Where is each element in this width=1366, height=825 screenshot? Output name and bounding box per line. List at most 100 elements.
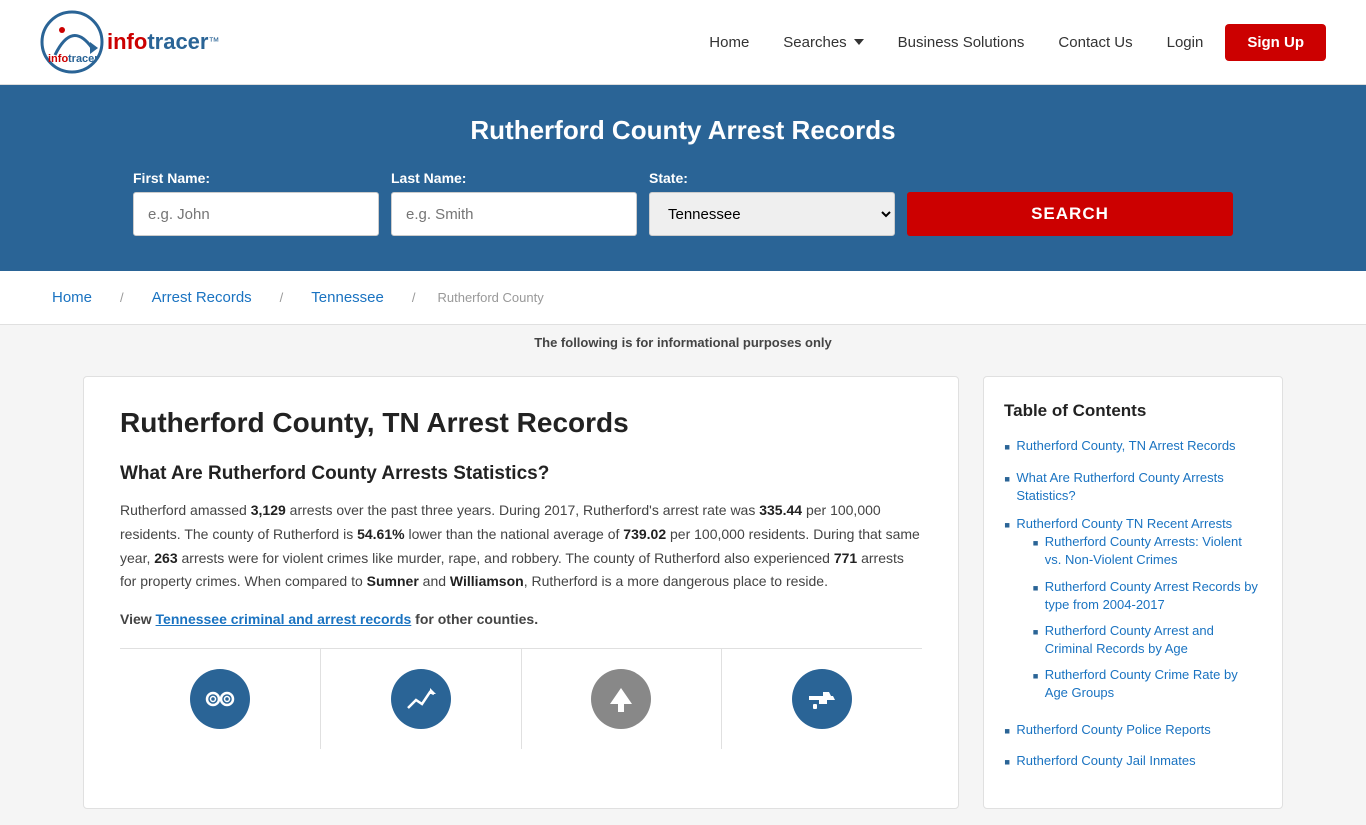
stat-arrests: 3,129 <box>251 502 286 518</box>
para-text-9: , Rutherford is a more dangerous place t… <box>524 573 828 589</box>
para-text-2: arrests over the past three years. Durin… <box>286 502 759 518</box>
hero-title: Rutherford County Arrest Records <box>40 115 1326 146</box>
view-more-paragraph: View Tennessee criminal and arrest recor… <box>120 608 922 632</box>
stat-property: 771 <box>834 550 857 566</box>
state-select[interactable]: Tennessee Alabama Alaska Arizona Califor… <box>649 192 895 236</box>
nav-home[interactable]: Home <box>697 26 761 59</box>
toc-item-3: ▪ Rutherford County TN Recent Arrests ▪ … <box>1004 515 1262 711</box>
first-name-group: First Name: <box>133 170 379 236</box>
breadcrumb-home[interactable]: Home <box>40 281 104 314</box>
view-more-link[interactable]: Tennessee criminal and arrest records <box>156 611 412 627</box>
breadcrumb-bar: Home / Arrest Records / Tennessee / Ruth… <box>0 271 1366 325</box>
nav-business-solutions[interactable]: Business Solutions <box>886 26 1037 59</box>
toc-subitem-2: ▪ Rutherford County Arrest Records by ty… <box>1032 578 1262 614</box>
breadcrumb-sep-3: / <box>412 290 416 305</box>
table-of-contents-sidebar: Table of Contents ▪ Rutherford County, T… <box>983 376 1283 809</box>
logo[interactable]: info tracer infotracer™ <box>40 10 219 75</box>
info-notice: The following is for informational purpo… <box>0 325 1366 360</box>
logo-text-red: info <box>107 29 147 55</box>
content-area: Rutherford County, TN Arrest Records Wha… <box>83 376 959 809</box>
breadcrumb-tennessee[interactable]: Tennessee <box>299 281 396 314</box>
toc-list: ▪ Rutherford County, TN Arrest Records ▪… <box>1004 437 1262 774</box>
toc-subitem-1: ▪ Rutherford County Arrests: Violent vs.… <box>1032 533 1262 569</box>
gun-icon <box>792 669 852 729</box>
breadcrumb-arrest-records[interactable]: Arrest Records <box>140 281 264 314</box>
breadcrumb-sep-2: / <box>280 290 284 305</box>
first-name-input[interactable] <box>133 192 379 236</box>
logo-tm: ™ <box>208 36 219 48</box>
toc-bullet-2: ▪ <box>1004 469 1010 491</box>
county-sumner: Sumner <box>367 573 419 589</box>
toc-link-1[interactable]: Rutherford County, TN Arrest Records <box>1016 437 1235 455</box>
toc-link-3[interactable]: Rutherford County TN Recent Arrests <box>1016 516 1232 531</box>
para-text-6: arrests were for violent crimes like mur… <box>178 550 834 566</box>
main-title: Rutherford County, TN Arrest Records <box>120 407 922 439</box>
toc-item-1: ▪ Rutherford County, TN Arrest Records <box>1004 437 1262 459</box>
toc-sublink-3[interactable]: Rutherford County Arrest and Criminal Re… <box>1045 622 1262 658</box>
icon-gun <box>722 649 922 749</box>
view-more-suffix: for other counties. <box>411 611 538 627</box>
toc-item-2: ▪ What Are Rutherford County Arrests Sta… <box>1004 469 1262 505</box>
up-arrow-icon <box>591 669 651 729</box>
nav-login[interactable]: Login <box>1155 26 1216 59</box>
para-text-1: Rutherford amassed <box>120 502 251 518</box>
toc-link-4[interactable]: Rutherford County Police Reports <box>1016 721 1210 739</box>
toc-sublink-1[interactable]: Rutherford County Arrests: Violent vs. N… <box>1045 533 1262 569</box>
search-button[interactable]: SEARCH <box>907 192 1233 236</box>
county-williamson: Williamson <box>450 573 524 589</box>
toc-sublink-4[interactable]: Rutherford County Crime Rate by Age Grou… <box>1045 666 1262 702</box>
nav-searches[interactable]: Searches <box>771 26 875 59</box>
toc-item-5: ▪ Rutherford County Jail Inmates <box>1004 752 1262 774</box>
toc-bullet-1: ▪ <box>1004 437 1010 459</box>
toc-subitem-4: ▪ Rutherford County Crime Rate by Age Gr… <box>1032 666 1262 702</box>
handcuffs-icon <box>190 669 250 729</box>
search-form: First Name: Last Name: State: Tennessee … <box>133 170 1233 236</box>
toc-item-4: ▪ Rutherford County Police Reports <box>1004 721 1262 743</box>
hero-section: Rutherford County Arrest Records First N… <box>0 85 1366 271</box>
last-name-input[interactable] <box>391 192 637 236</box>
logo-icon: info tracer <box>40 10 105 75</box>
toc-subbullet-4: ▪ <box>1032 666 1038 688</box>
chevron-down-icon <box>854 39 864 45</box>
toc-subitem-3: ▪ Rutherford County Arrest and Criminal … <box>1032 622 1262 658</box>
nav-signup[interactable]: Sign Up <box>1225 24 1326 61</box>
stats-heading: What Are Rutherford County Arrests Stati… <box>120 463 922 485</box>
toc-sublink-2[interactable]: Rutherford County Arrest Records by type… <box>1045 578 1262 614</box>
stats-paragraph: Rutherford amassed 3,129 arrests over th… <box>120 499 922 594</box>
svg-text:tracer: tracer <box>68 53 99 65</box>
logo-text-blue: tracer <box>147 29 208 55</box>
main-container: Rutherford County, TN Arrest Records Wha… <box>43 376 1323 809</box>
state-label: State: <box>649 170 895 186</box>
nav-contact-us[interactable]: Contact Us <box>1046 26 1144 59</box>
toc-link-2[interactable]: What Are Rutherford County Arrests Stati… <box>1016 469 1262 505</box>
icons-row <box>120 648 922 749</box>
toc-subbullet-3: ▪ <box>1032 622 1038 644</box>
icon-up-arrow <box>522 649 723 749</box>
view-more-prefix: View <box>120 611 156 627</box>
header: info tracer infotracer™ Home Searches Bu… <box>0 0 1366 85</box>
toc-bullet-5: ▪ <box>1004 752 1010 774</box>
stat-violent: 263 <box>154 550 177 566</box>
toc-heading: Table of Contents <box>1004 401 1262 421</box>
stat-lower: 54.61% <box>357 526 404 542</box>
para-text-8: and <box>419 573 450 589</box>
svg-text:info: info <box>48 53 68 65</box>
breadcrumb-rutherford: Rutherford County <box>437 290 543 305</box>
first-name-label: First Name: <box>133 170 379 186</box>
stat-national: 739.02 <box>623 526 666 542</box>
toc-sublist: ▪ Rutherford County Arrests: Violent vs.… <box>1032 533 1262 703</box>
toc-bullet-4: ▪ <box>1004 721 1010 743</box>
breadcrumb-sep-1: / <box>120 290 124 305</box>
toc-subbullet-2: ▪ <box>1032 578 1038 600</box>
last-name-group: Last Name: <box>391 170 637 236</box>
icon-handcuffs <box>120 649 321 749</box>
toc-bullet-3: ▪ <box>1004 515 1010 537</box>
icon-chart <box>321 649 522 749</box>
last-name-label: Last Name: <box>391 170 637 186</box>
main-nav: Home Searches Business Solutions Contact… <box>697 24 1326 61</box>
breadcrumb: Home / Arrest Records / Tennessee / Ruth… <box>40 281 1326 314</box>
toc-subbullet-1: ▪ <box>1032 533 1038 555</box>
para-text-4: lower than the national average of <box>405 526 624 542</box>
chart-icon <box>391 669 451 729</box>
state-group: State: Tennessee Alabama Alaska Arizona … <box>649 170 895 236</box>
